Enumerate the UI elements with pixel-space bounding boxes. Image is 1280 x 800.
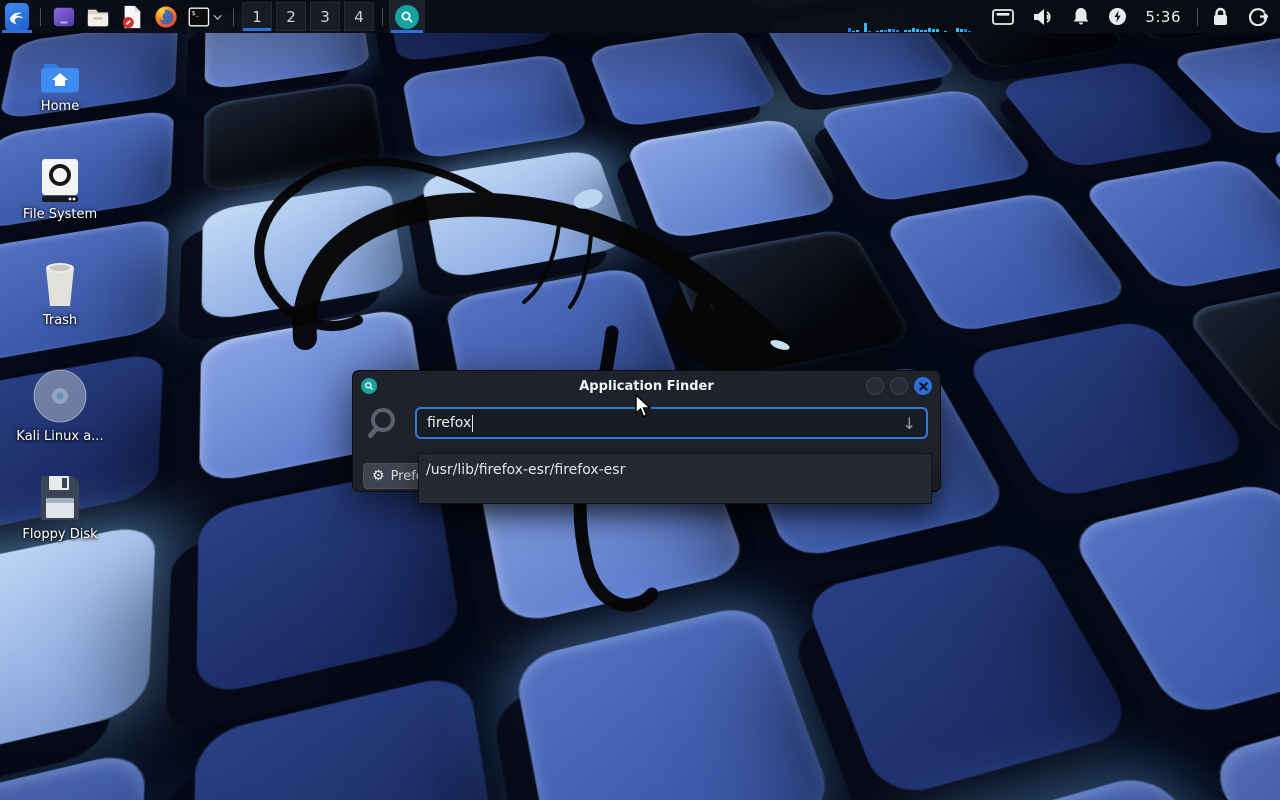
folder-icon xyxy=(86,4,110,30)
workspace-number: 3 xyxy=(320,8,330,26)
application-finder-window: Application Finder firefox ↓ ⚙ Preferenc… xyxy=(352,370,941,492)
workspace-button-2[interactable]: 2 xyxy=(276,2,306,31)
logout-icon[interactable] xyxy=(1249,7,1268,26)
window-title: Application Finder xyxy=(353,379,940,394)
desktop-icon-label: Floppy Disk xyxy=(22,527,97,542)
wallpaper-cube xyxy=(513,602,838,800)
panel-separator xyxy=(40,8,41,26)
firefox-icon xyxy=(154,4,178,30)
workspace-number: 4 xyxy=(354,8,364,26)
system-tray: 5:36 xyxy=(992,7,1181,26)
home-folder-icon xyxy=(40,58,80,94)
network-monitor-graph xyxy=(838,0,978,33)
workspace-button-4[interactable]: 4 xyxy=(344,2,374,31)
desktop-icon-label: Home xyxy=(41,99,79,114)
desktop-icon-home[interactable]: Home xyxy=(5,58,115,114)
purple-terminal-icon xyxy=(52,4,76,30)
notifications-bell-icon[interactable] xyxy=(1072,7,1090,26)
clock[interactable]: 5:36 xyxy=(1145,8,1181,26)
mouse-cursor xyxy=(634,394,654,418)
wallpaper-cube xyxy=(0,748,146,800)
close-button[interactable] xyxy=(914,377,932,395)
result-item[interactable]: /usr/lib/firefox-esr/firefox-esr xyxy=(419,454,931,478)
kali-logo-icon xyxy=(5,3,29,31)
dropdown-arrow-icon[interactable]: ↓ xyxy=(903,414,916,433)
launcher-file-manager[interactable] xyxy=(81,0,115,33)
session-controls xyxy=(1212,7,1268,26)
desktop-icon-label: Trash xyxy=(43,313,77,328)
desktop-icon-label: File System xyxy=(23,207,97,222)
desktop-icon-filesystem[interactable]: File System xyxy=(5,158,115,222)
wallpaper-cube xyxy=(816,88,1038,204)
workspace-button-1[interactable]: 1 xyxy=(242,2,272,31)
minimize-button[interactable] xyxy=(866,377,884,395)
desktop-icon-kali-docs[interactable]: Kali Linux a... xyxy=(5,368,115,444)
desktop-icon-label: Kali Linux a... xyxy=(16,429,103,444)
workspace-button-3[interactable]: 3 xyxy=(310,2,340,31)
document-edit-icon xyxy=(120,4,144,30)
maximize-button[interactable] xyxy=(890,377,908,395)
lock-screen-icon[interactable] xyxy=(1212,7,1229,26)
keyboard-icon[interactable] xyxy=(992,9,1014,25)
wallpaper-cube xyxy=(420,148,631,280)
workspace-number: 1 xyxy=(252,8,262,26)
taskbar-application-finder-button[interactable] xyxy=(389,0,425,33)
floppy-disk-icon xyxy=(37,474,83,522)
panel-separator xyxy=(382,8,383,26)
desktop-icon-trash[interactable]: Trash xyxy=(5,260,115,328)
wallpaper-cube xyxy=(802,538,1138,800)
wallpaper-cube xyxy=(882,191,1134,335)
applications-menu-button[interactable] xyxy=(0,0,34,33)
desktop-icon-floppy[interactable]: Floppy Disk xyxy=(5,474,115,542)
close-icon xyxy=(919,382,928,391)
wallpaper-cube xyxy=(670,227,916,381)
launcher-terminal-emulator[interactable] xyxy=(47,0,81,33)
search-results-popup: /usr/lib/firefox-esr/firefox-esr xyxy=(418,453,932,504)
wallpaper-cube xyxy=(203,80,386,194)
text-caret xyxy=(472,415,473,432)
search-input-value: firefox xyxy=(427,415,471,431)
chevron-down-icon xyxy=(213,13,222,21)
search-input[interactable]: firefox ↓ xyxy=(415,407,928,439)
launcher-text-editor[interactable] xyxy=(115,0,149,33)
wallpaper-cube xyxy=(0,522,156,778)
terminal-icon: $_ xyxy=(188,4,210,30)
launcher-terminal-dropdown[interactable]: $_ xyxy=(183,0,227,33)
window-icon-application-finder xyxy=(361,378,377,394)
panel-separator xyxy=(1197,8,1198,26)
trash-can-icon xyxy=(38,260,82,308)
wallpaper-cube xyxy=(587,27,780,128)
power-manager-icon[interactable] xyxy=(1108,7,1127,26)
wallpaper-cube xyxy=(401,53,589,160)
launcher-firefox[interactable] xyxy=(149,0,183,33)
search-icon xyxy=(363,405,407,441)
gear-icon: ⚙ xyxy=(372,468,385,484)
hard-drive-icon xyxy=(39,158,81,202)
application-finder-icon xyxy=(395,5,419,29)
top-panel: $_ 1 2 3 4 5:36 xyxy=(0,0,1280,33)
cd-disc-icon xyxy=(32,368,88,424)
volume-icon[interactable] xyxy=(1032,8,1054,26)
terminal-glyph: $_ xyxy=(192,9,200,16)
wallpaper-cube xyxy=(625,117,842,241)
workspace-number: 2 xyxy=(286,8,296,26)
wallpaper-cube xyxy=(192,671,505,800)
panel-separator xyxy=(233,8,234,26)
wallpaper-cube xyxy=(201,181,406,322)
